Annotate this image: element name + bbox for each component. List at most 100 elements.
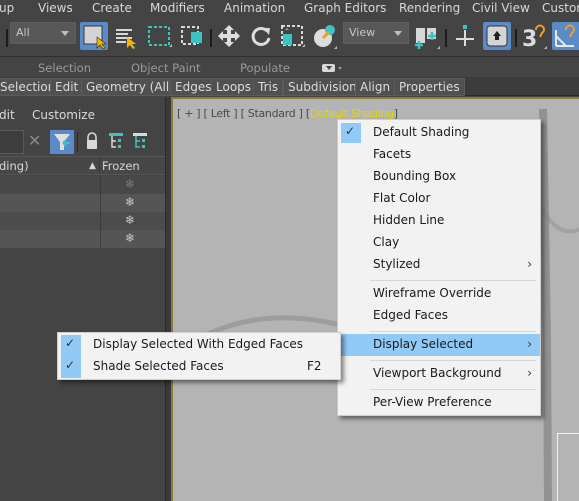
app-window: up Views Create Modifiers Animation Grap… [0,0,579,501]
tab-edges[interactable]: Edges [170,78,217,96]
main-toolbar: All View 3 [0,17,579,57]
menu-item-display-selected-with-edged-faces[interactable]: ✓ Display Selected With Edged Faces [58,334,340,357]
table-row[interactable]: ❄ [0,230,165,248]
menu-item-graph-editors[interactable]: Graph Editors [304,1,386,15]
menu-item-hidden-line[interactable]: Hidden Line [338,210,540,232]
menu-item-label: Display Selected [373,337,474,351]
use-pivot-icon [415,28,440,49]
rectangular-selection-icon [148,26,172,47]
select-place-button[interactable] [312,22,340,50]
viewcube-frame [557,433,579,501]
viewport-standard-menu[interactable]: [ Standard ] [241,107,303,120]
menu-item-viewport-background[interactable]: Viewport Background › [338,363,540,385]
reference-coordinate-dropdown[interactable]: View [343,22,409,44]
angle-snap-button[interactable] [552,22,579,50]
menu-item-animation[interactable]: Animation [224,1,285,15]
ribbon-group-selection[interactable]: Selection [38,61,91,75]
hierarchy-button[interactable] [108,132,124,154]
select-manipulate-icon [456,25,474,46]
select-object-icon [83,25,107,50]
tab-edit[interactable]: Edit [50,78,84,96]
select-by-name-button[interactable] [112,22,140,50]
menu-item-default-shading[interactable]: ✓ Default Shading [338,122,540,144]
menu-item-display-selected[interactable]: Display Selected › [338,334,540,356]
menu-item-wireframe-override[interactable]: Wireframe Override [338,283,540,305]
menu-item-label: Facets [373,147,412,161]
menu-item-customize[interactable]: Custon [542,1,579,15]
column-divider [99,157,100,174]
selection-filter-value: All [16,26,30,39]
chevron-right-icon: › [527,257,532,271]
menu-bar: up Views Create Modifiers Animation Grap… [0,0,579,17]
menu-item-views[interactable]: Views [38,1,73,15]
selection-filter-dropdown[interactable]: All [10,22,76,44]
hierarchy-alt-button[interactable] [132,132,148,154]
shading-context-menu: ✓ Default Shading Facets Bounding Box Fl… [337,119,541,416]
sort-ascending-icon[interactable]: ▲ [89,161,96,171]
window-crossing-button[interactable] [179,22,207,50]
menu-item-facets[interactable]: Facets [338,144,540,166]
scene-search-input[interactable] [0,130,24,154]
ribbon-minimize-toggle[interactable] [322,64,335,72]
table-row[interactable]: ❄ [0,194,165,212]
table-row[interactable]: ❄ [0,176,165,194]
tab-tris[interactable]: Tris [253,78,284,96]
use-pivot-button[interactable] [413,22,441,50]
tab-subdivision[interactable]: Subdivision [283,78,362,96]
chevron-down-icon[interactable] [338,67,342,70]
menu-item-create[interactable]: Create [92,1,132,15]
clear-search-icon[interactable]: ✕ [28,131,41,150]
rectangular-selection-button[interactable] [145,22,173,50]
toolbar-separator [445,29,447,47]
select-object-button[interactable] [80,22,108,50]
ribbon-group-object-paint[interactable]: Object Paint [131,61,201,75]
menu-item-label: Display Selected With Edged Faces [93,337,303,351]
svg-text:3: 3 [522,27,537,50]
toolbar-separator [515,29,517,47]
column-header-name[interactable]: ding) [0,159,29,173]
menu-item-stylized[interactable]: Stylized › [338,254,540,276]
menu-item-rendering[interactable]: Rendering [399,1,460,15]
select-scale-button[interactable] [279,22,307,50]
menu-item-modifiers[interactable]: Modifiers [150,1,205,15]
tab-align[interactable]: Align [355,78,396,96]
keyboard-shortcut-override-button[interactable] [483,22,511,50]
scene-explorer-menu-edit[interactable]: dit [0,108,15,122]
chevron-down-icon [394,31,402,36]
select-move-button[interactable] [215,22,243,50]
menu-item-label: Flat Color [373,191,431,205]
menu-item-edged-faces[interactable]: Edged Faces [338,305,540,327]
filter-toggle-button[interactable] [50,130,74,154]
ribbon-group-labels: Selection Object Paint Populate [0,58,579,77]
lock-button[interactable] [85,132,99,154]
tab-properties[interactable]: Properties [394,78,465,96]
menu-item-label: Stylized [373,257,421,271]
tab-geometry-all[interactable]: Geometry (All) [81,78,179,96]
scene-explorer-menu-customize[interactable]: Customize [32,108,95,122]
menu-item-shade-selected-faces[interactable]: ✓ Shade Selected Faces F2 [58,356,340,378]
lock-icon [87,132,97,149]
menu-item-clay[interactable]: Clay [338,232,540,254]
menu-item-label: Shade Selected Faces [93,359,224,373]
viewport-general-menu[interactable]: [ + ] [177,107,201,120]
menu-item-per-view-preference[interactable]: Per-View Preference [338,392,540,414]
select-rotate-button[interactable] [247,22,275,50]
menu-item-flat-color[interactable]: Flat Color [338,188,540,210]
menu-item-label: Edged Faces [373,308,449,322]
menu-item-bounding-box[interactable]: Bounding Box [338,166,540,188]
tab-loops[interactable]: Loops [211,78,257,96]
select-manipulate-button[interactable] [451,22,479,50]
menu-item-civil-view[interactable]: Civil View [472,1,530,15]
viewport-point-of-view-menu[interactable]: [ Left ] [204,107,238,120]
menu-item-label: Bounding Box [373,169,457,183]
divider [77,132,78,152]
snowflake-icon: ❄ [125,195,136,209]
snaps-toggle-button[interactable]: 3 [520,22,548,50]
table-row[interactable]: ❄ [0,212,165,230]
toolbar-separator [6,29,8,47]
ribbon-group-populate[interactable]: Populate [240,61,290,75]
column-header-frozen[interactable]: Frozen [102,159,140,173]
menu-item-label: Per-View Preference [373,395,492,409]
menu-item-setup[interactable]: up [0,1,14,15]
menu-separator [370,360,536,361]
